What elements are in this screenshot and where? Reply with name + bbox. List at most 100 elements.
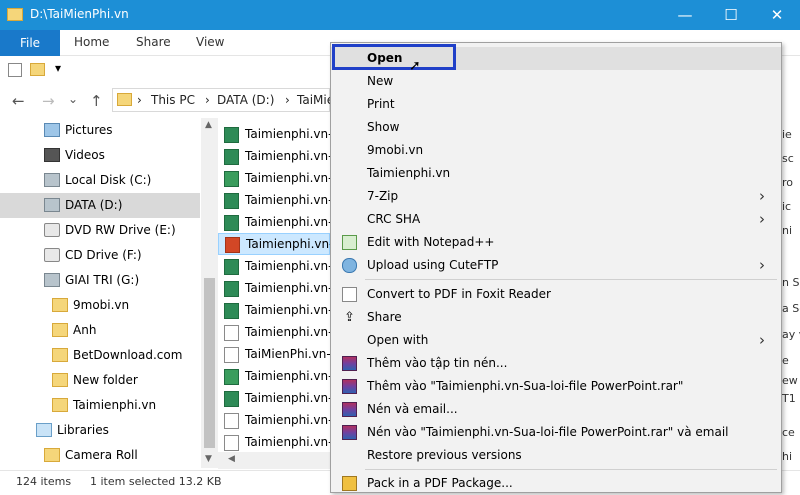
nav-item-label: Local Disk (C:) (65, 173, 152, 187)
folder-icon (44, 448, 60, 462)
nav-item-dvd[interactable]: DVD RW Drive (E:) (0, 218, 200, 243)
details-pane-strip: ie sc ro ic ni n Sa a Se ay v e ew T1 ce… (780, 116, 800, 470)
file-row[interactable]: Taimienphi.vn- (218, 432, 330, 454)
file-row[interactable]: Taimienphi.vn- (218, 146, 330, 168)
notepad-icon (342, 235, 357, 250)
file-row[interactable]: Taimienphi.vn- (218, 212, 330, 234)
menu-item-foxit[interactable]: Convert to PDF in Foxit Reader (331, 283, 781, 306)
scroll-thumb[interactable] (204, 278, 215, 448)
file-row[interactable]: Taimienphi.vn- (218, 168, 330, 190)
file-row-selected[interactable]: Taimienphi.vn- (218, 233, 330, 255)
excel-file-icon (224, 369, 239, 385)
menu-item-taimienphi[interactable]: Taimienphi.vn (331, 162, 781, 185)
strip-text: ro (782, 176, 794, 189)
menu-item-compress-rar-email[interactable]: Nén vào "Taimienphi.vn-Sua-loi-file Powe… (331, 421, 781, 444)
file-row[interactable]: Taimienphi.vn- (218, 322, 330, 344)
up-button[interactable]: ↑ (90, 92, 103, 110)
new-folder-icon[interactable] (30, 63, 45, 76)
menu-item-7zip[interactable]: 7-Zip › (331, 185, 781, 208)
nav-item-pictures[interactable]: Pictures (0, 118, 200, 143)
nav-item-videos[interactable]: Videos (0, 143, 200, 168)
open-highlight-box (332, 44, 456, 70)
file-row[interactable]: Taimienphi.vn- (218, 190, 330, 212)
menu-item-restore-versions[interactable]: Restore previous versions (331, 444, 781, 467)
forward-button[interactable]: → (42, 92, 55, 110)
file-name: Taimienphi.vn- (245, 303, 330, 317)
menu-item-cuteftp[interactable]: Upload using CuteFTP › (331, 254, 781, 277)
crumb-taimienphi[interactable]: TaiMie (297, 93, 334, 107)
menu-separator (365, 279, 777, 280)
nav-item-local-disk[interactable]: Local Disk (C:) (0, 168, 200, 193)
menu-item-label: 7-Zip (367, 189, 399, 203)
menu-item-show[interactable]: Show (331, 116, 781, 139)
nav-item-data-d[interactable]: DATA (D:) (0, 193, 200, 218)
maximize-button[interactable]: ☐ (708, 0, 754, 30)
nav-scrollbar[interactable]: ▲ ▼ (201, 118, 218, 468)
folder-icon (52, 298, 68, 312)
folder-icon (117, 93, 132, 106)
item-count: 124 items (16, 475, 72, 488)
tab-home[interactable]: Home (74, 35, 109, 49)
nav-item-9mobi[interactable]: 9mobi.vn (0, 293, 200, 318)
file-row[interactable]: Taimienphi.vn- (218, 124, 330, 146)
strip-text: T1 (782, 392, 796, 405)
scroll-up-icon[interactable]: ▲ (205, 120, 212, 130)
menu-item-open-with[interactable]: Open with › (331, 329, 781, 352)
nav-item-label: Libraries (57, 423, 109, 437)
file-row[interactable]: TaiMienPhi.vn- (218, 344, 330, 366)
back-button[interactable]: ← (12, 92, 25, 110)
close-button[interactable]: ✕ (754, 0, 800, 30)
scroll-left-icon[interactable]: ◀ (228, 454, 235, 464)
menu-separator (365, 469, 777, 470)
libraries-icon (36, 423, 52, 437)
menu-item-pdf-package[interactable]: Pack in a PDF Package... (331, 472, 781, 495)
menu-item-add-to-rar[interactable]: Thêm vào "Taimienphi.vn-Sua-loi-file Pow… (331, 375, 781, 398)
file-name: Taimienphi.vn- (245, 215, 330, 229)
nav-item-label: Pictures (65, 123, 113, 137)
file-row[interactable]: Taimienphi.vn- (218, 256, 330, 278)
customize-toolbar-icon[interactable]: ▾ (55, 61, 61, 75)
nav-item-betdownload[interactable]: BetDownload.com (0, 343, 200, 368)
address-row: ← → ⌄ ↑ › This PC › DATA (D:) › TaiMie (0, 84, 334, 116)
menu-item-label: Edit with Notepad++ (367, 235, 495, 249)
context-menu: Open New Print Show 9mobi.vn Taimienphi.… (330, 42, 782, 493)
excel-file-icon (224, 391, 239, 407)
crumb-this-pc[interactable]: This PC (151, 93, 195, 107)
file-row[interactable]: Taimienphi.vn- (218, 278, 330, 300)
menu-item-compress-email[interactable]: Nén và email... (331, 398, 781, 421)
minimize-button[interactable]: — (662, 0, 708, 30)
menu-item-new[interactable]: New (331, 70, 781, 93)
menu-item-print[interactable]: Print (331, 93, 781, 116)
file-name: TaiMienPhi.vn- (245, 347, 330, 361)
nav-item-cd[interactable]: CD Drive (F:) (0, 243, 200, 268)
nav-item-anh[interactable]: Anh (0, 318, 200, 343)
file-row[interactable]: Taimienphi.vn- (218, 388, 330, 410)
menu-item-9mobi[interactable]: 9mobi.vn (331, 139, 781, 162)
crumb-data-d[interactable]: DATA (D:) (217, 93, 274, 107)
file-row[interactable]: Taimienphi.vn- (218, 410, 330, 432)
nav-item-libraries[interactable]: Libraries (0, 418, 200, 443)
nav-item-taimienphi[interactable]: Taimienphi.vn (0, 393, 200, 418)
nav-item-label: Videos (65, 148, 105, 162)
menu-item-add-archive[interactable]: Thêm vào tập tin nén... (331, 352, 781, 375)
nav-item-new-folder[interactable]: New folder (0, 368, 200, 393)
recent-locations-button[interactable]: ⌄ (68, 92, 78, 106)
nav-item-giai-tri[interactable]: GIAI TRI (G:) (0, 268, 200, 293)
tab-view[interactable]: View (196, 35, 224, 49)
file-list: Taimienphi.vn- Taimienphi.vn- Taimienphi… (218, 116, 330, 470)
nav-item-camera-roll[interactable]: Camera Roll (0, 443, 200, 468)
menu-item-share[interactable]: ⇪ Share (331, 306, 781, 329)
menu-item-notepad[interactable]: Edit with Notepad++ (331, 231, 781, 254)
file-horizontal-scrollbar[interactable]: ◀ (218, 452, 330, 469)
scroll-down-icon[interactable]: ▼ (205, 454, 212, 464)
menu-item-crc-sha[interactable]: CRC SHA › (331, 208, 781, 231)
file-row[interactable]: Taimienphi.vn- (218, 366, 330, 388)
file-row[interactable]: Taimienphi.vn- (218, 300, 330, 322)
file-name: Taimienphi.vn- (245, 149, 330, 163)
properties-icon[interactable] (8, 63, 22, 77)
pdf-package-icon (342, 476, 357, 491)
menu-item-label: Print (367, 97, 395, 111)
address-bar[interactable]: › This PC › DATA (D:) › TaiMie (112, 88, 334, 112)
tab-file[interactable]: File (0, 30, 60, 56)
tab-share[interactable]: Share (136, 35, 171, 49)
